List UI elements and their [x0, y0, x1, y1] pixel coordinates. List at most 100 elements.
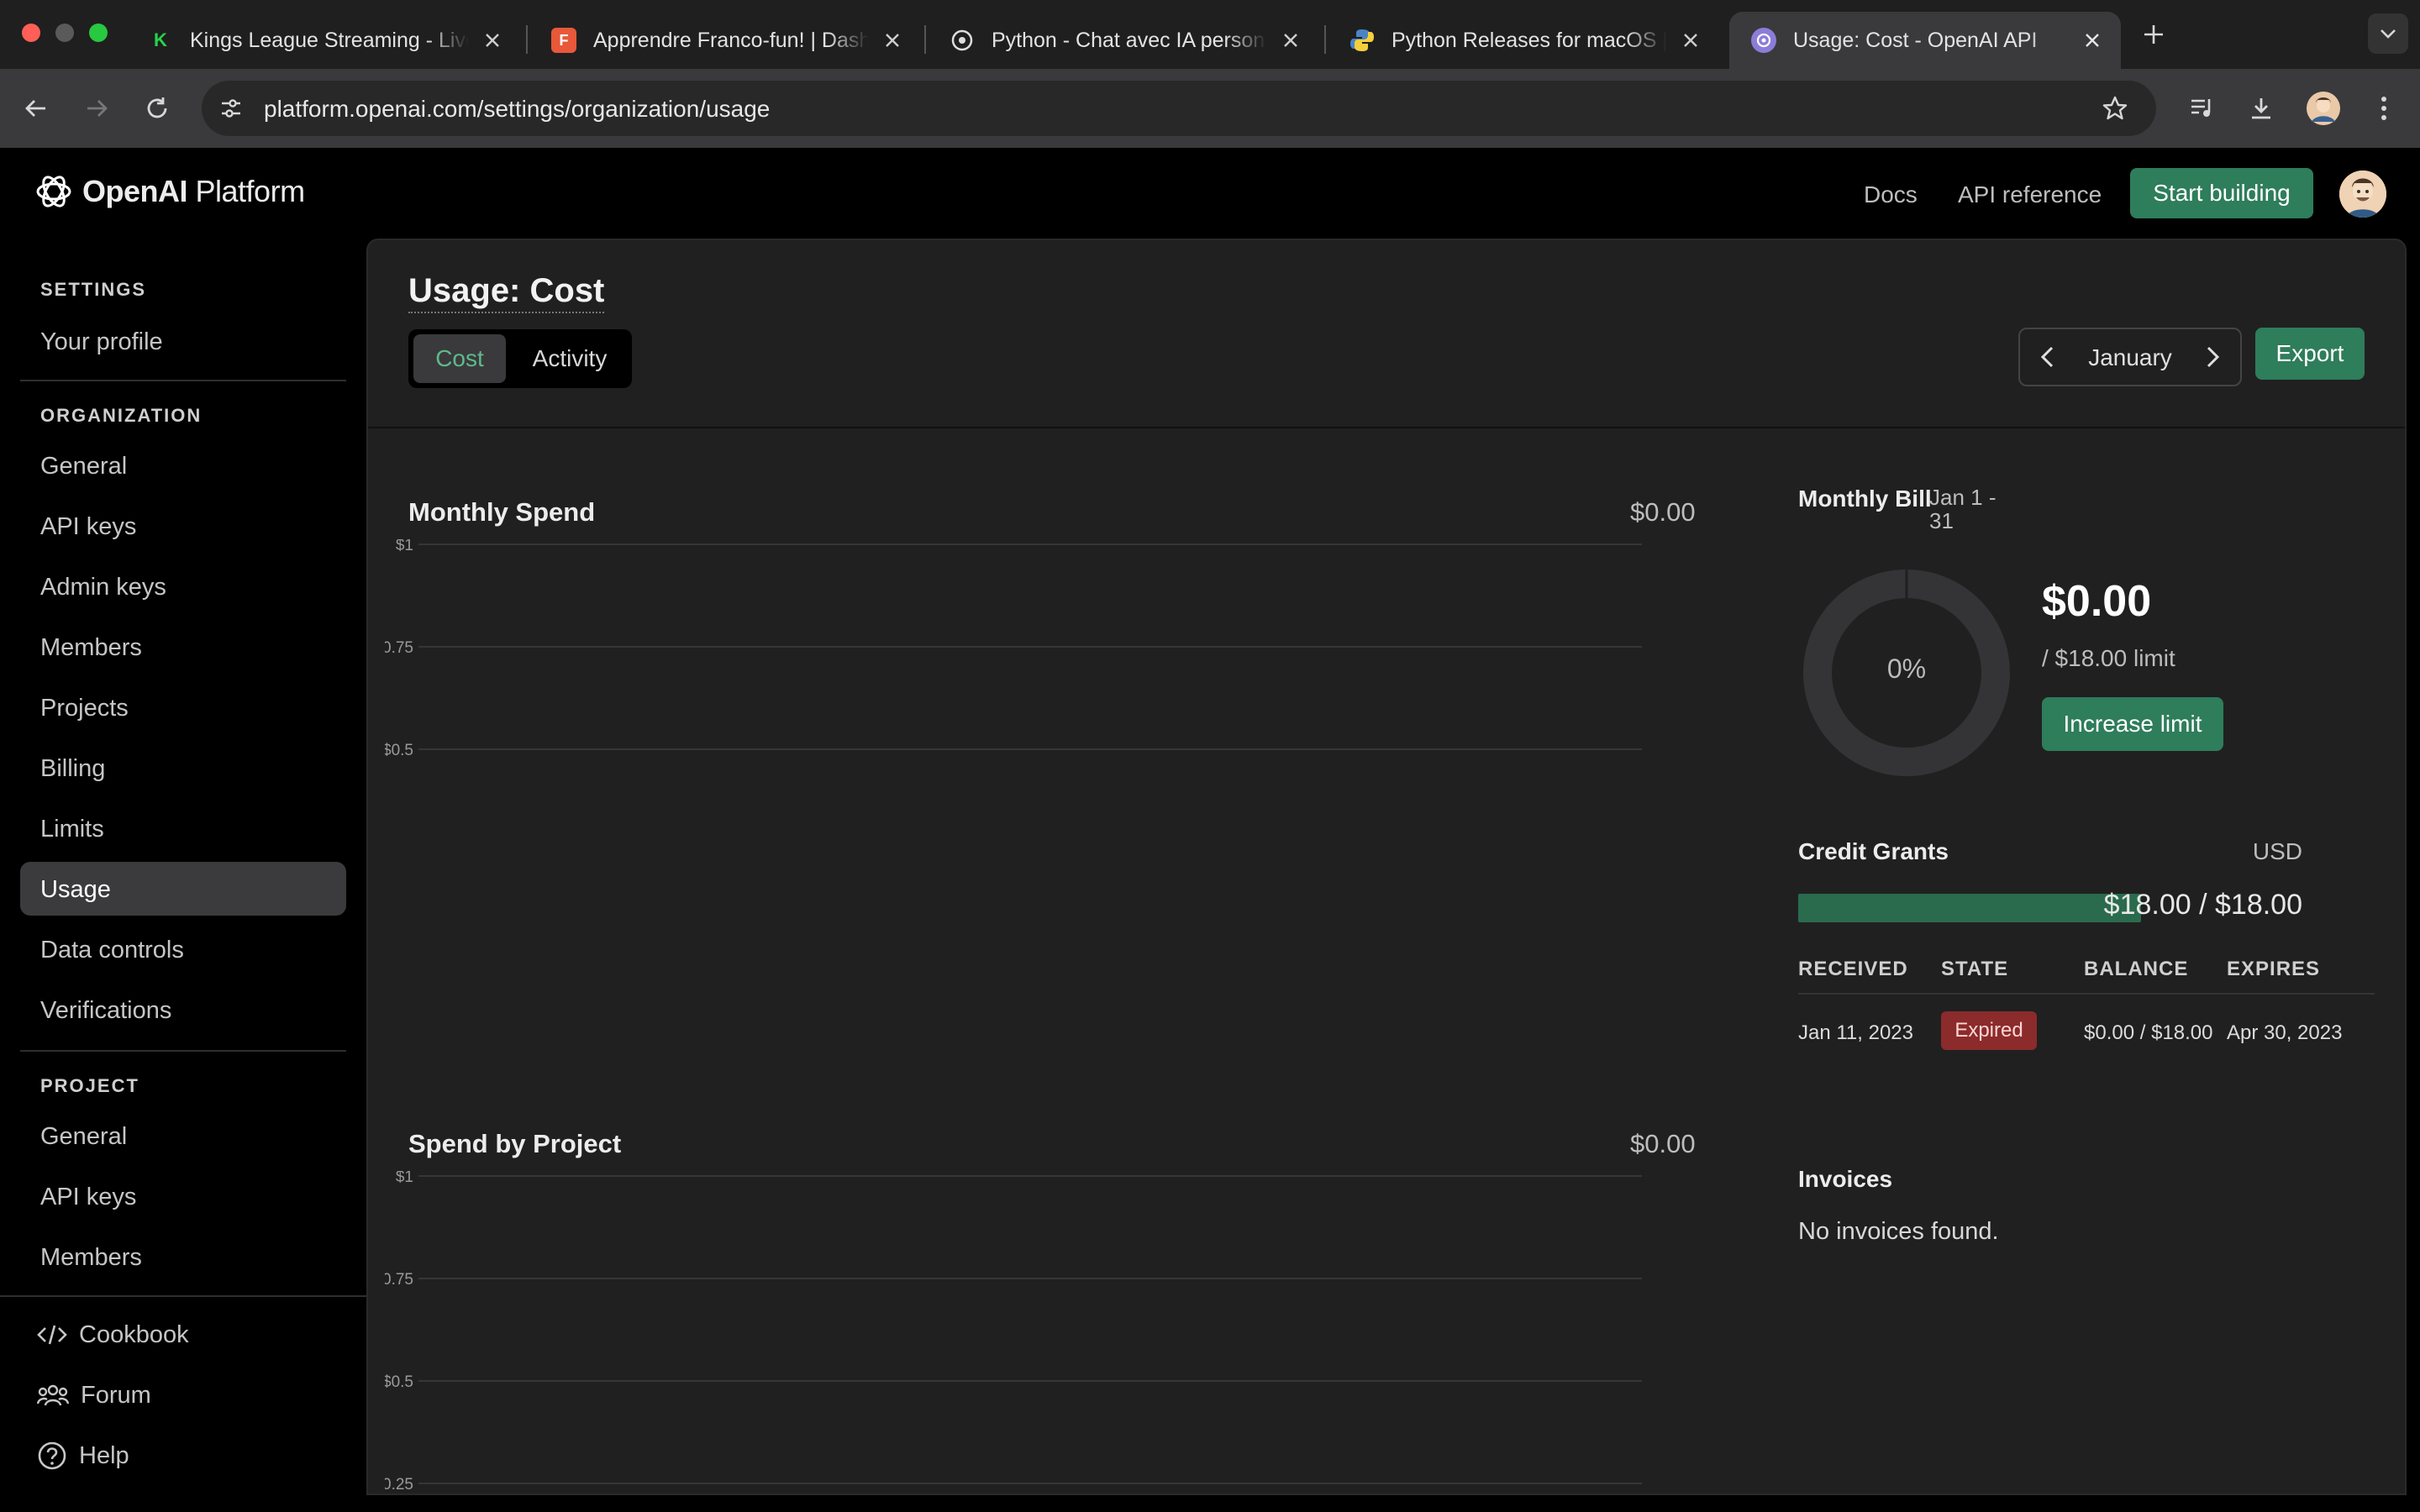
monthly-bill-amount: $0.00	[2042, 577, 2152, 626]
browser-tab[interactable]: F Apprendre Franco-fun! | Dashboard	[529, 12, 921, 69]
sidebar-divider	[20, 1050, 346, 1052]
tab-title: Apprendre Franco-fun! | Dashboard	[593, 28, 869, 52]
sidebar-item-your-profile[interactable]: Your profile	[20, 314, 346, 368]
usage-panel: Usage: Cost Cost Activity January Export…	[366, 239, 2407, 1495]
settings-sidebar: SETTINGS Your profile ORGANIZATION Gener…	[0, 240, 366, 1512]
spend-by-project-total: $0.00	[1630, 1129, 1696, 1158]
sidebar-item-label: Help	[79, 1441, 129, 1469]
tab-search-icon[interactable]	[2368, 13, 2408, 54]
sidebar-item-project-general[interactable]: General	[20, 1109, 346, 1163]
sidebar-item-label: API keys	[40, 513, 137, 540]
back-icon[interactable]	[18, 91, 54, 126]
sidebar-item-project-members[interactable]: Members	[20, 1230, 346, 1284]
openai-platform-logo[interactable]: OpenAI Platform	[34, 171, 305, 212]
kebab-menu-icon[interactable]	[2366, 91, 2402, 126]
sidebar-item-usage[interactable]: Usage	[20, 862, 346, 916]
browser-tab[interactable]: Python - Chat avec IA personnalisée	[928, 12, 1319, 69]
sidebar-item-data-controls[interactable]: Data controls	[20, 922, 346, 976]
chevron-right-icon[interactable]	[2190, 329, 2237, 385]
close-icon[interactable]	[1676, 25, 1706, 55]
sidebar-item-label: Forum	[81, 1381, 151, 1409]
address-bar[interactable]: platform.openai.com/settings/organizatio…	[202, 81, 2156, 136]
close-icon[interactable]	[2077, 25, 2107, 55]
sidebar-item-org-general[interactable]: General	[20, 438, 346, 492]
month-label: January	[2088, 344, 2172, 370]
sidebar-link-cookbook[interactable]: Cookbook	[37, 1314, 189, 1356]
window-minimize-button[interactable]	[55, 24, 74, 42]
column-header-received: RECEIVED	[1798, 958, 1908, 980]
monthly-spend-total: $0.00	[1630, 497, 1696, 527]
sidebar-item-verifications[interactable]: Verifications	[20, 983, 346, 1037]
grant-balance: $0.00 / $18.00	[2084, 1021, 2213, 1044]
api-reference-link[interactable]: API reference	[1958, 181, 2102, 208]
new-tab-icon[interactable]	[2136, 17, 2171, 52]
media-control-icon[interactable]	[2185, 91, 2220, 126]
monthly-spend-chart: $1$0.75$0.5$0.25$001 Jan08 Jan	[385, 539, 1679, 825]
python-icon	[1349, 28, 1375, 53]
window-maximize-button[interactable]	[89, 24, 108, 42]
y-tick-label: $1	[396, 539, 413, 554]
tab-cost[interactable]: Cost	[413, 334, 506, 383]
header-divider	[368, 427, 2405, 428]
sidebar-item-admin-keys[interactable]: Admin keys	[20, 559, 346, 613]
sidebar-item-billing[interactable]: Billing	[20, 741, 346, 795]
browser-tab[interactable]: K Kings League Streaming - Live	[126, 12, 521, 69]
browser-tab-active[interactable]: Usage: Cost - OpenAI API	[1729, 12, 2121, 69]
sidebar-item-org-api-keys[interactable]: API keys	[20, 499, 346, 553]
credit-grants-total: $18.00 / $18.00	[2103, 889, 2302, 921]
sidebar-item-label: Members	[40, 1244, 142, 1271]
sidebar-divider	[20, 380, 346, 381]
sidebar-item-label: General	[40, 453, 128, 480]
column-header-expires: EXPIRES	[2227, 958, 2321, 980]
monthly-bill-title: Monthly Bill	[1798, 486, 1932, 512]
sidebar-item-org-members[interactable]: Members	[20, 620, 346, 674]
sidebar-item-label: Limits	[40, 816, 104, 843]
chevron-left-icon[interactable]	[2023, 329, 2070, 385]
sidebar-link-help[interactable]: Help	[37, 1435, 129, 1477]
browser-toolbar: platform.openai.com/settings/organizatio…	[0, 69, 2420, 148]
docs-link[interactable]: Docs	[1864, 181, 1918, 208]
code-icon	[37, 1325, 67, 1345]
tab-title: Python Releases for macOS | Python.org	[1392, 28, 1667, 52]
credit-grants-title: Credit Grants	[1798, 838, 1949, 864]
invoices-empty-state: No invoices found.	[1798, 1218, 1999, 1245]
month-picker: January	[2018, 328, 2242, 386]
close-icon[interactable]	[877, 25, 908, 55]
sidebar-header-settings: SETTINGS	[40, 279, 147, 300]
sidebar-item-limits[interactable]: Limits	[20, 801, 346, 855]
tab-separator	[924, 25, 926, 54]
sidebar-item-label: Billing	[40, 755, 106, 782]
url-text[interactable]: platform.openai.com/settings/organizatio…	[264, 96, 770, 123]
status-badge: Expired	[1941, 1011, 2037, 1050]
profile-avatar-icon[interactable]	[2306, 91, 2341, 126]
tab-separator	[526, 25, 528, 54]
logo-text: OpenAI Platform	[82, 174, 305, 208]
user-avatar[interactable]	[2339, 171, 2386, 218]
sidebar-item-label: Data controls	[40, 937, 184, 963]
bookmark-star-icon[interactable]	[2097, 91, 2133, 126]
openai-logo-icon	[36, 176, 71, 207]
start-building-button[interactable]: Start building	[2130, 168, 2313, 218]
close-icon[interactable]	[477, 25, 508, 55]
reload-icon[interactable]	[139, 91, 175, 126]
window-close-button[interactable]	[22, 24, 40, 42]
chat-ai-icon	[950, 28, 975, 53]
table-divider	[1798, 993, 2375, 995]
billing-summary: Monthly Bill Jan 1 - 31 0% $0.00 / $18.0…	[1768, 442, 2375, 1483]
tab-activity[interactable]: Activity	[513, 334, 627, 383]
sidebar-item-project-api-keys[interactable]: API keys	[20, 1169, 346, 1223]
sidebar-link-forum[interactable]: Forum	[37, 1374, 151, 1416]
sidebar-item-projects[interactable]: Projects	[20, 680, 346, 734]
close-icon[interactable]	[1276, 25, 1306, 55]
site-settings-icon[interactable]	[213, 91, 249, 126]
export-button[interactable]: Export	[2255, 328, 2365, 380]
credit-grants-bar	[1798, 894, 2141, 922]
increase-limit-button[interactable]: Increase limit	[2042, 697, 2223, 751]
sidebar-item-label: Members	[40, 634, 142, 661]
browser-tab[interactable]: Python Releases for macOS | Python.org	[1328, 12, 1719, 69]
download-icon[interactable]	[2244, 91, 2279, 126]
app-root: OpenAI Platform Docs API reference Start…	[0, 148, 2420, 1512]
sidebar-item-label: Projects	[40, 695, 129, 722]
grant-expires-date: Apr 30, 2023	[2227, 1021, 2343, 1044]
forward-icon[interactable]	[79, 91, 114, 126]
